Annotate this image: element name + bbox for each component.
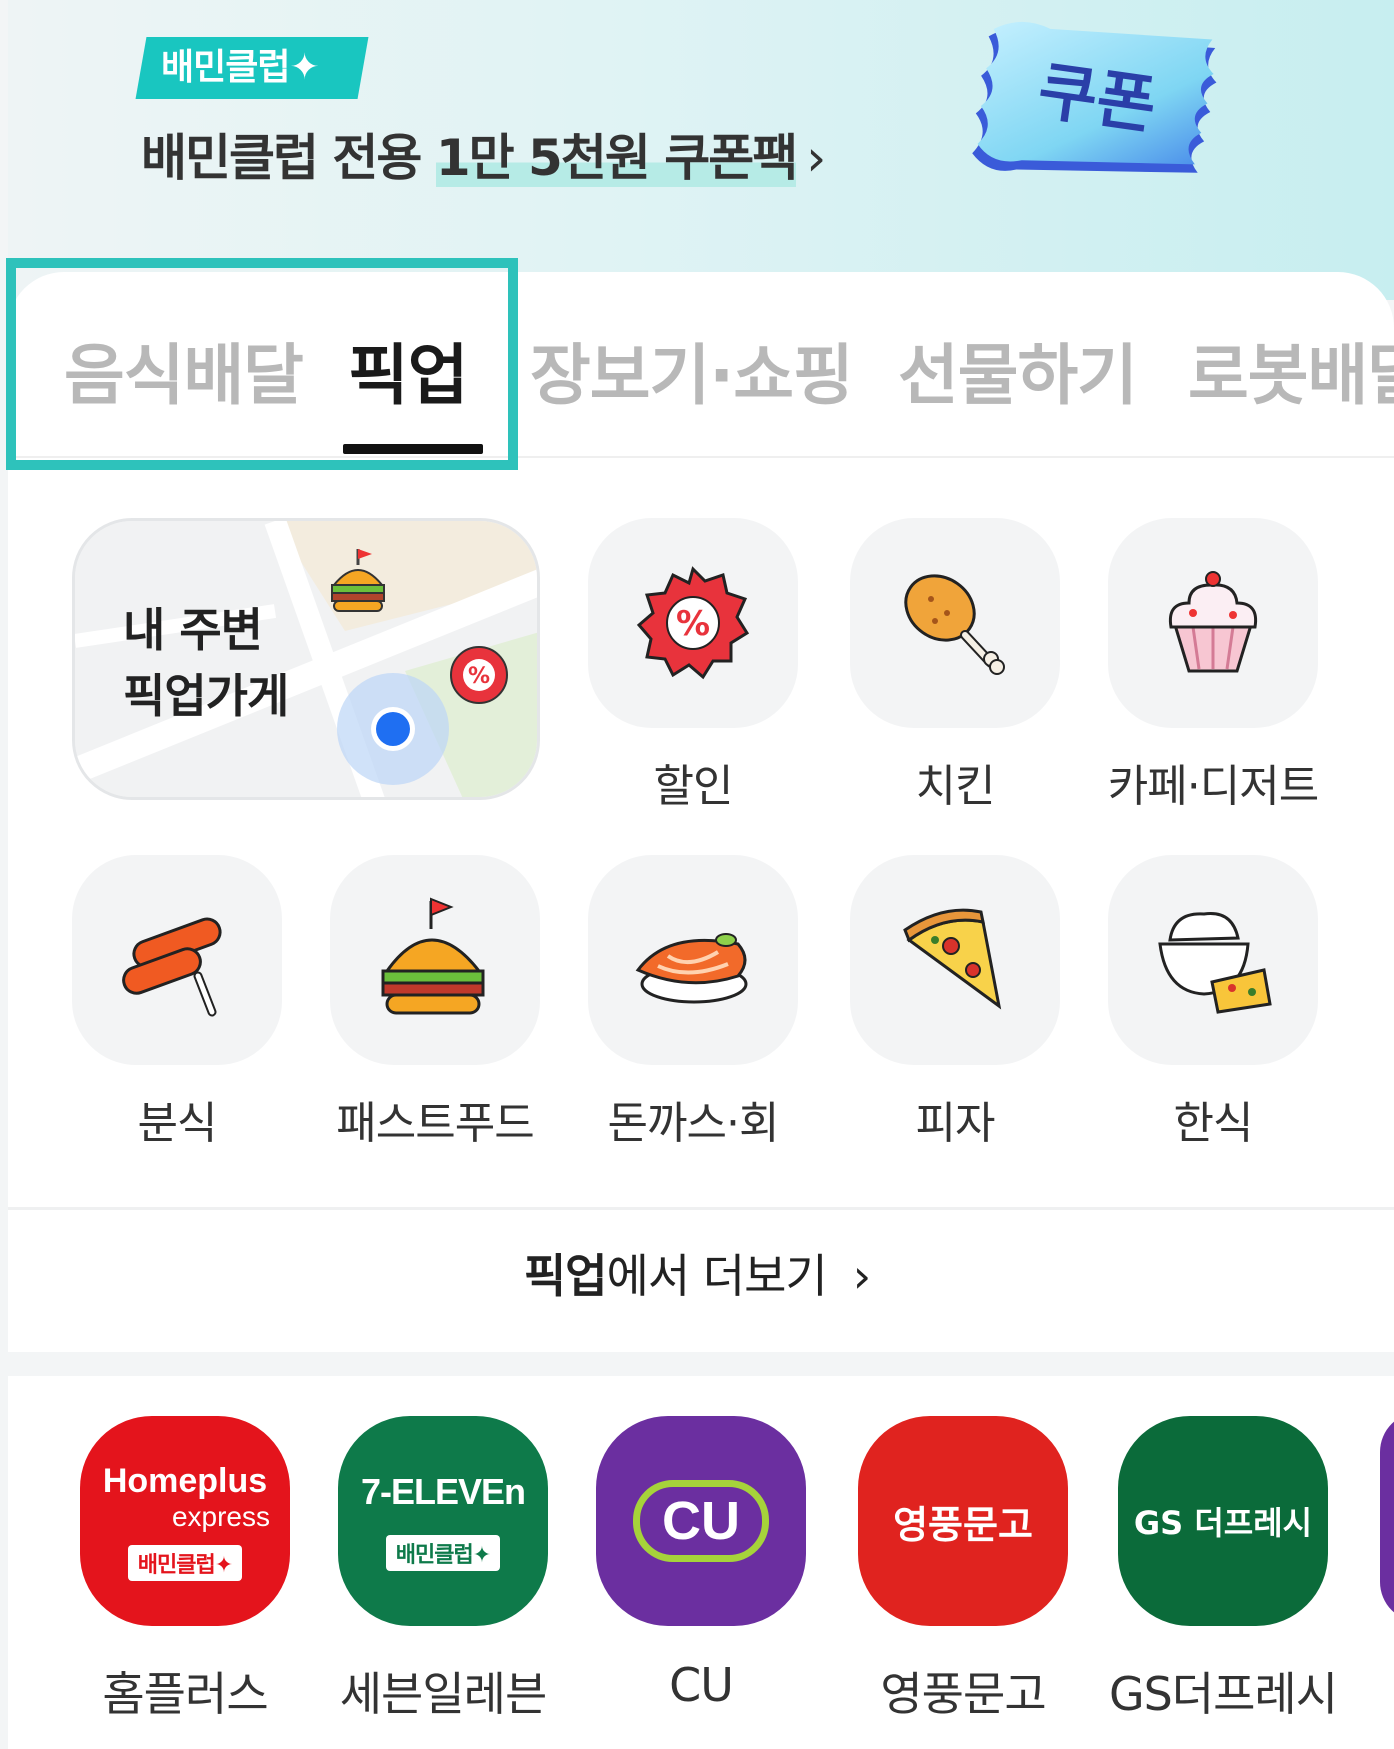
brand-name: GS더프레시 (1108, 1667, 1338, 1721)
tab-food-delivery[interactable]: 음식배달 (64, 322, 304, 418)
brand-name: 홈플러스 (102, 1667, 268, 1721)
brand-name: CU (669, 1658, 734, 1712)
category-tonkatsu-sashimi[interactable]: 돈까스·회 (563, 855, 823, 1151)
baemin-club-badge: 배민클럽✦ (135, 37, 369, 99)
service-tabs: 음식배달 픽업 장보기·쇼핑 선물하기 로봇배달 (8, 272, 1394, 458)
chevron-right-icon: › (806, 129, 826, 187)
cupcake-icon (1168, 571, 1258, 673)
club-coupon-banner[interactable]: 배민클럽✦ 배민클럽 전용 1만 5천원 쿠폰팩 › 쿠폰 (8, 0, 1394, 300)
category-label: 피자 (915, 1098, 996, 1149)
category-label: 분식 (137, 1098, 218, 1149)
brand-cu[interactable]: CU CU (571, 1416, 831, 1712)
discount-badge-icon: % (450, 646, 508, 704)
rice-bowl-icon (1158, 912, 1272, 1014)
tab-grocery-shopping[interactable]: 장보기·쇼핑 (530, 322, 854, 418)
cu-logo: CU (596, 1416, 806, 1626)
brand-name: 영풍문고 (880, 1667, 1046, 1721)
coupon-ticket-icon: 쿠폰 (972, 21, 1217, 173)
category-pizza[interactable]: 피자 (850, 855, 1060, 1151)
tab-pickup[interactable]: 픽업 (348, 322, 468, 418)
brand-store-strip: Homeplus express 배민클럽✦ 홈플러스 7-ELEVEn 배민클… (8, 1376, 1394, 1749)
brand-gs-the-fresh[interactable]: GS 더프레시 GS더프레시 (1093, 1416, 1353, 1724)
divider (8, 456, 1394, 458)
category-korean[interactable]: 한식 (1108, 855, 1318, 1151)
chevron-right-icon: › (852, 1249, 871, 1303)
active-tab-indicator (343, 444, 483, 454)
category-label: 카페·디저트 (1107, 761, 1319, 812)
brand-homeplus[interactable]: Homeplus express 배민클럽✦ 홈플러스 (55, 1416, 315, 1724)
category-discount[interactable]: % 할인 (588, 518, 798, 814)
brand-youngpoong[interactable]: 영풍문고 영풍문고 (833, 1416, 1093, 1724)
sushi-icon (635, 933, 748, 1004)
category-cafe-dessert[interactable]: 카페·디저트 (1083, 518, 1343, 814)
brand-7eleven[interactable]: 7-ELEVEn 배민클럽✦ 세븐일레븐 (313, 1416, 573, 1724)
tab-robot-delivery[interactable]: 로봇배달 (1188, 322, 1394, 418)
category-label: 한식 (1173, 1098, 1254, 1149)
gs-the-fresh-logo: GS 더프레시 (1118, 1416, 1328, 1626)
category-bunsik[interactable]: 분식 (72, 855, 282, 1151)
pizza-slice-icon (903, 908, 1002, 1010)
category-label: 할인 (653, 761, 734, 812)
homeplus-logo: Homeplus express 배민클럽✦ (80, 1416, 290, 1626)
category-label: 치킨 (915, 761, 996, 812)
brand-name: 세븐일레븐 (339, 1667, 548, 1721)
category-label: 돈까스·회 (607, 1098, 780, 1149)
chicken-leg-icon (904, 574, 1005, 675)
svg-text:%: % (676, 604, 710, 644)
nearby-pickup-stores-card[interactable]: % 내 주변 픽업가게 (72, 518, 540, 800)
next-brand-peek[interactable] (1380, 1412, 1394, 1622)
nearby-pickup-title: 내 주변 픽업가게 (123, 603, 289, 723)
youngpoong-logo: 영풍문고 (858, 1416, 1068, 1626)
burger-icon (381, 897, 485, 1015)
divider (8, 1207, 1394, 1210)
discount-badge-icon: % (636, 566, 750, 680)
svg-text:%: % (468, 664, 490, 689)
seven-eleven-logo: 7-ELEVEn 배민클럽✦ (338, 1416, 548, 1626)
banner-headline: 배민클럽 전용 1만 5천원 쿠폰팩 › (141, 129, 826, 187)
category-fast-food[interactable]: 패스트푸드 (305, 855, 565, 1151)
category-chicken[interactable]: 치킨 (850, 518, 1060, 814)
tab-gifts[interactable]: 선물하기 (898, 322, 1138, 418)
tteokbokki-icon (122, 917, 222, 1017)
more-pickup-link[interactable]: 픽업에서 더보기 › (0, 1240, 1394, 1306)
category-label: 패스트푸드 (336, 1098, 534, 1149)
